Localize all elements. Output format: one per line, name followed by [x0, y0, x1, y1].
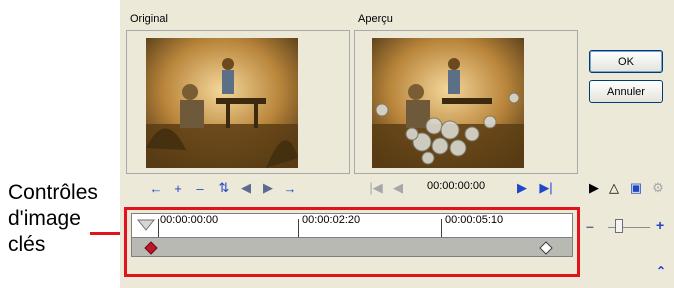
ruler-label-end: 00:00:05:10	[445, 214, 504, 226]
next-frame-icon[interactable]: ▶	[512, 178, 532, 198]
timecode-display: 00:00:00:00	[427, 180, 486, 192]
ruler-label-start: 00:00:00:00	[160, 214, 219, 226]
arrow-left-icon[interactable]: ←	[146, 178, 166, 198]
play-icon[interactable]: ▶	[584, 178, 604, 198]
reverse-keyframe-icon[interactable]: ⇅	[214, 178, 234, 198]
zoom-out-icon[interactable]: –	[586, 218, 594, 234]
zoom-in-icon[interactable]: +	[656, 217, 664, 233]
previous-frame-icon[interactable]: ◀	[388, 178, 408, 198]
go-to-end-icon[interactable]: ▶|	[536, 178, 556, 198]
original-label: Original	[130, 13, 168, 25]
original-image	[146, 38, 298, 168]
ok-button[interactable]: OK	[589, 50, 663, 73]
go-to-start-icon[interactable]: |◀	[366, 178, 386, 198]
cancel-button[interactable]: Annuler	[589, 80, 663, 103]
color-icon[interactable]: ▣	[626, 178, 646, 198]
preview-label: Aperçu	[358, 13, 393, 25]
prev-keyframe-icon[interactable]: ◀	[236, 178, 256, 198]
playhead-icon[interactable]	[137, 219, 155, 231]
collapse-icon[interactable]: ⌃	[656, 264, 666, 278]
settings-icon[interactable]: ⚙	[648, 178, 668, 198]
arrow-right-icon[interactable]: →	[280, 178, 300, 198]
callout-line-3: clés	[8, 233, 46, 256]
remove-keyframe-icon[interactable]: –	[190, 178, 210, 198]
preview-image	[372, 38, 524, 168]
zoom-slider-thumb[interactable]	[615, 219, 623, 233]
add-keyframe-icon[interactable]: +	[168, 178, 188, 198]
keyframe-track[interactable]	[131, 237, 573, 257]
next-keyframe-icon[interactable]: ▶	[258, 178, 278, 198]
callout-line-2: d'image	[8, 207, 81, 230]
keyframe-marker-selected[interactable]	[144, 241, 158, 255]
ruler-tick	[298, 219, 299, 237]
callout-text: Contrôles d'image clés	[8, 180, 120, 258]
ruler-tick	[158, 219, 159, 237]
ruler-tick	[441, 219, 442, 237]
curve-icon[interactable]: △	[604, 178, 624, 198]
keyframe-marker[interactable]	[539, 241, 553, 255]
callout-line-1: Contrôles	[8, 181, 98, 204]
ruler-label-mid: 00:00:02:20	[302, 214, 361, 226]
